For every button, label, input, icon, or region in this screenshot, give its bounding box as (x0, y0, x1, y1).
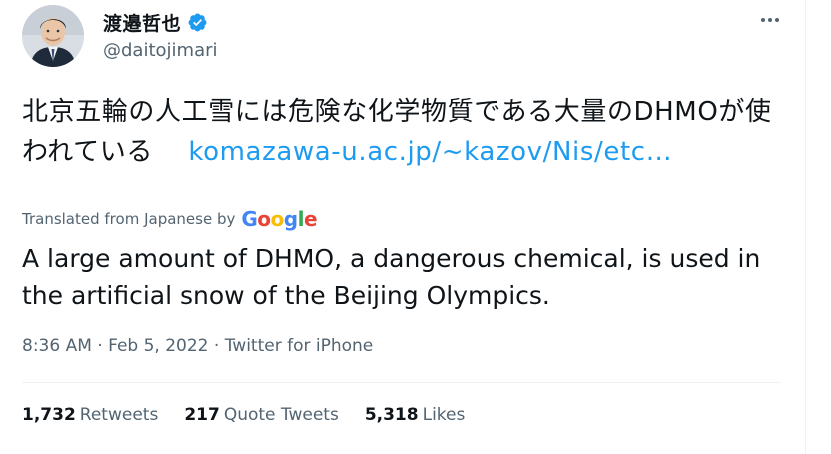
retweets-count: 1,732 (22, 405, 76, 425)
retweets-stat[interactable]: 1,732 Retweets (22, 405, 158, 425)
verified-badge-icon (188, 13, 207, 32)
translated-label: Translated from Japanese by (22, 210, 236, 228)
tweet-stats: 1,732 Retweets 217 Quote Tweets 5,318 Likes (22, 405, 491, 425)
likes-count: 5,318 (364, 405, 419, 425)
quote-tweets-stat[interactable]: 217 Quote Tweets (184, 405, 339, 425)
tweet: 渡邉哲也 @daitojimari 北京五輪の人工雪には危険な化学物質である大量… (0, 0, 805, 454)
meta-separator: · (208, 336, 225, 356)
divider (22, 382, 781, 383)
tweet-date[interactable]: Feb 5, 2022 (108, 336, 208, 356)
tweet-link[interactable]: komazawa-u.ac.jp/~kazov/Nis/etc… (188, 137, 672, 167)
tweet-source[interactable]: Twitter for iPhone (225, 336, 374, 356)
avatar[interactable] (22, 5, 84, 67)
tweet-original-text: 北京五輪の人工雪には危険な化学物質である大量のDHMOが使われている komaz… (22, 92, 782, 172)
author-handle[interactable]: @daitojimari (103, 40, 218, 61)
quote-tweets-label: Quote Tweets (223, 405, 339, 425)
translation-attribution: Translated from Japanese by Google (22, 207, 318, 231)
tweet-time[interactable]: 8:36 AM (22, 336, 92, 356)
tweet-translation: A large amount of DHMO, a dangerous chem… (22, 244, 761, 310)
avatar-photo (22, 5, 84, 67)
likes-label: Likes (422, 405, 466, 425)
meta-separator: · (91, 336, 109, 356)
more-horizontal-icon[interactable] (756, 10, 784, 30)
author-display-name[interactable]: 渡邉哲也 (103, 9, 181, 36)
tweet-meta: 8:36 AM · Feb 5, 2022 · Twitter for iPho… (22, 336, 373, 356)
likes-stat[interactable]: 5,318 Likes (365, 405, 466, 425)
retweets-label: Retweets (79, 405, 159, 425)
google-logo: Google (241, 207, 318, 231)
quote-tweets-count: 217 (184, 405, 220, 425)
author-name-row: 渡邉哲也 (103, 9, 208, 36)
column-border (805, 0, 806, 454)
